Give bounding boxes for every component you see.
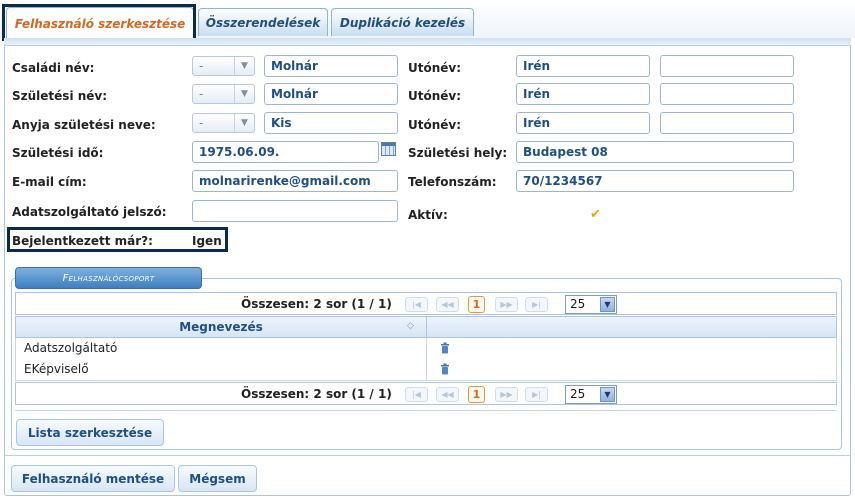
phone-field[interactable]: 70/1234567 (516, 170, 794, 192)
last-page-icon[interactable]: ▶| (525, 297, 548, 312)
next-page-icon[interactable]: ▶▶ (495, 297, 518, 312)
family-given-name-label: Utónév: (408, 61, 462, 75)
family-name-label: Családi név: (12, 61, 95, 75)
birth-given-name-label: Utónév: (408, 89, 462, 103)
tab-duplicate-handling[interactable]: Duplikáció kezelés (331, 8, 474, 36)
user-group-title: Felhasználócsoport (15, 267, 202, 289)
email-label: E-mail cím: (12, 175, 87, 189)
page-size-select[interactable]: 25 ▼ (565, 295, 617, 314)
page-number-button[interactable]: 1 (468, 386, 485, 403)
pager-summary: Összesen: 2 sor (1 / 1) (241, 297, 392, 311)
birth-date-label: Születési idő: (12, 146, 104, 160)
prev-page-icon[interactable]: ◀◀ (436, 387, 459, 402)
family-given-name2-input[interactable] (660, 55, 794, 77)
birth-date-input[interactable]: 1975.06.09. (192, 141, 379, 163)
first-page-icon[interactable]: |◀ (405, 297, 428, 312)
tab-assignments[interactable]: Összerendelések (198, 8, 328, 36)
panel-header-bar (4, 38, 851, 46)
birth-given-name2-input[interactable] (660, 83, 794, 105)
row-name-cell: Adatszolgáltató (16, 338, 427, 359)
active-tab-highlight (2, 4, 196, 41)
pager-bottom: Összesen: 2 sor (1 / 1) |◀ ◀◀ 1 ▶▶ ▶| 25… (15, 382, 837, 405)
save-user-button[interactable]: Felhasználó mentése (11, 465, 175, 492)
family-given-name-input[interactable]: Irén (516, 55, 650, 77)
trash-icon[interactable] (440, 363, 450, 375)
mother-name-input[interactable]: Kis (264, 112, 398, 134)
row-name-cell: EKépviselő (16, 359, 427, 380)
prev-page-icon[interactable]: ◀◀ (436, 297, 459, 312)
mother-name-prefix-select[interactable]: - ▼ (192, 113, 255, 133)
chevron-down-icon: ▼ (600, 387, 615, 402)
birth-place-input[interactable]: Budapest 08 (516, 141, 794, 163)
trash-icon[interactable] (440, 342, 450, 354)
page-number-button[interactable]: 1 (468, 296, 485, 313)
mother-given-name-input[interactable]: Irén (516, 112, 650, 134)
column-header-name[interactable]: Megnevezés (16, 317, 427, 337)
active-label: Aktív: (408, 208, 448, 222)
table-header: Megnevezés ◇ (15, 316, 837, 338)
birth-place-label: Születési hely: (408, 146, 508, 160)
email-field[interactable]: molnarirenke@gmail.com (192, 170, 398, 192)
phone-label: Telefonszám: (408, 175, 497, 189)
chevron-down-icon: ▼ (234, 57, 254, 75)
family-name-prefix-value: - (199, 59, 204, 73)
mother-given-name2-input[interactable] (660, 112, 794, 134)
logged-in-label: Bejelentkezett már?: (12, 234, 153, 248)
page-size-value: 25 (570, 387, 586, 401)
cancel-button[interactable]: Mégsem (178, 465, 257, 492)
page-size-value: 25 (570, 297, 586, 311)
birth-name-prefix-value: - (199, 87, 204, 101)
active-checkbox[interactable]: ✔ (588, 207, 603, 222)
mother-given-name-label: Utónév: (408, 118, 462, 132)
column-header-label: Megnevezés (179, 320, 263, 334)
mother-name-prefix-value: - (199, 116, 204, 130)
mother-name-label: Anyja születési neve: (12, 118, 156, 132)
provider-password-input[interactable] (192, 200, 398, 222)
next-page-icon[interactable]: ▶▶ (495, 387, 518, 402)
chevron-down-icon: ▼ (234, 114, 254, 132)
last-page-icon[interactable]: ▶| (525, 387, 548, 402)
calendar-icon[interactable] (381, 142, 396, 156)
divider (15, 410, 837, 411)
pager-top: Összesen: 2 sor (1 / 1) |◀ ◀◀ 1 ▶▶ ▶| 25… (15, 292, 837, 315)
table-row: EKépviselő (15, 359, 837, 381)
footer-divider (4, 455, 851, 456)
first-page-icon[interactable]: |◀ (405, 387, 428, 402)
sort-icon[interactable]: ◇ (407, 321, 414, 331)
chevron-down-icon: ▼ (600, 297, 615, 312)
provider-password-label: Adatszolgáltató jelszó: (12, 205, 167, 219)
edit-list-button[interactable]: Lista szerkesztése (16, 419, 164, 446)
family-name-input[interactable]: Molnár (264, 55, 398, 77)
chevron-down-icon: ▼ (234, 85, 254, 103)
birth-name-label: Születési név: (12, 89, 108, 103)
birth-name-input[interactable]: Molnár (264, 83, 398, 105)
birth-name-prefix-select[interactable]: - ▼ (192, 84, 255, 104)
page-size-select[interactable]: 25 ▼ (565, 385, 617, 404)
family-name-prefix-select[interactable]: - ▼ (192, 56, 255, 76)
birth-given-name-input[interactable]: Irén (516, 83, 650, 105)
pager-summary: Összesen: 2 sor (1 / 1) (241, 387, 392, 401)
logged-in-value: Igen (192, 234, 222, 248)
table-row: Adatszolgáltató (15, 338, 837, 360)
